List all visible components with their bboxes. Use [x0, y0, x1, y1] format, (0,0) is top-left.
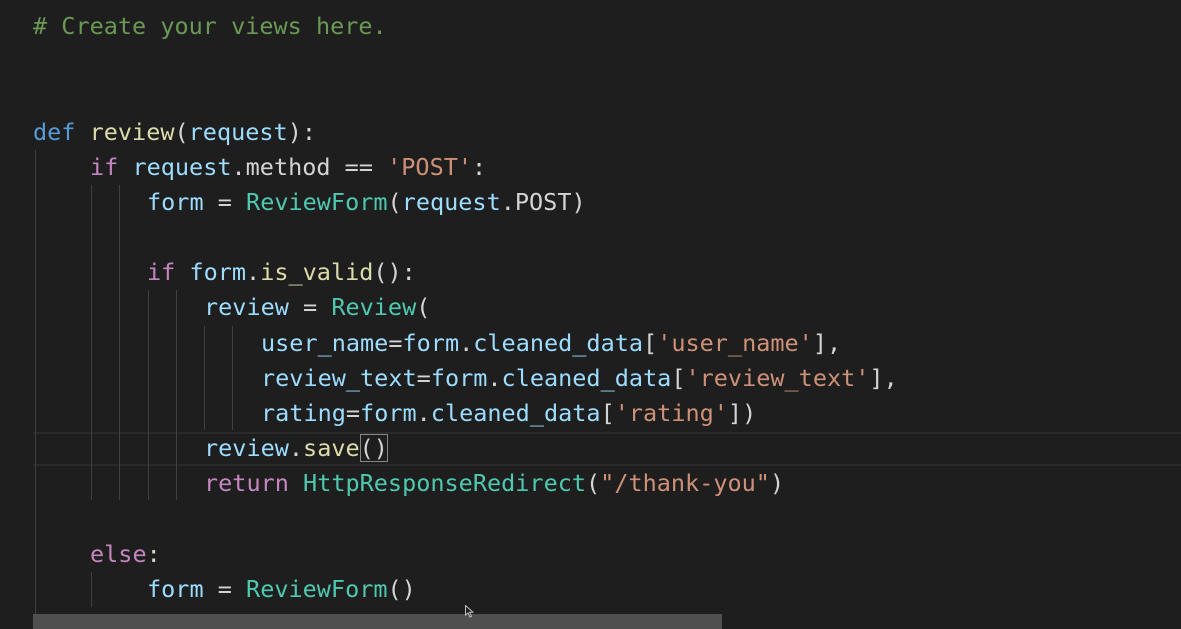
indent-guide	[91, 185, 92, 500]
code-token: form	[402, 329, 460, 357]
indent-guide	[176, 290, 177, 500]
code-token: =	[416, 364, 431, 392]
code-token: "/thank-you"	[600, 469, 770, 497]
code-token: form	[430, 364, 488, 392]
code-token: user_name	[261, 329, 389, 357]
code-token: .POST)	[500, 188, 586, 216]
code-line[interactable]: form = ReviewForm(request.POST)	[147, 185, 586, 220]
code-token: (	[174, 118, 189, 146]
horizontal-scrollbar[interactable]	[33, 614, 722, 629]
mouse-pointer-icon	[465, 605, 474, 618]
code-token: HttpResponseRedirect	[303, 469, 587, 497]
indent-guide	[91, 572, 92, 607]
code-token: form	[147, 188, 204, 216]
code-token: is_valid	[260, 258, 374, 286]
code-token: .	[459, 329, 474, 357]
code-token: form	[147, 575, 204, 603]
code-token: .	[487, 364, 502, 392]
code-line[interactable]: form = ReviewForm()	[147, 572, 416, 607]
code-line[interactable]: def review(request):	[33, 115, 316, 150]
code-token: =	[288, 293, 332, 321]
code-token: rating	[261, 399, 346, 427]
code-token: [	[600, 399, 615, 427]
code-token: .method ==	[231, 153, 388, 181]
code-line[interactable]: # Create your views here.	[33, 9, 387, 44]
code-token: request	[401, 188, 501, 216]
code-token: if	[90, 153, 119, 181]
code-token: 'review_text'	[685, 364, 870, 392]
code-token: (	[586, 469, 601, 497]
code-line[interactable]: review_text=form.cleaned_data['review_te…	[261, 361, 898, 396]
code-token: ():	[373, 258, 416, 286]
code-token: form	[360, 399, 417, 427]
code-token: review	[204, 293, 289, 321]
code-editor[interactable]: # Create your views here. def review(requ…	[0, 0, 1181, 629]
code-token: review_text	[261, 364, 417, 392]
code-line[interactable]: if request.method == 'POST':	[90, 150, 486, 185]
code-token: [	[643, 329, 658, 357]
code-line[interactable]: if form.is_valid():	[147, 255, 416, 290]
code-token: =	[345, 399, 361, 427]
code-token: ReviewForm	[246, 188, 388, 216]
code-token: Review	[331, 293, 417, 321]
code-token: [	[671, 364, 686, 392]
code-token: cleaned_data	[473, 329, 644, 357]
code-token: )	[769, 469, 785, 497]
indent-guide	[119, 185, 120, 500]
code-token: request	[132, 153, 232, 181]
code-token: =	[203, 188, 247, 216]
code-line[interactable]: rating=form.cleaned_data['rating'])	[261, 396, 756, 431]
indent-guide	[204, 326, 205, 430]
code-line[interactable]: return HttpResponseRedirect("/thank-you"…	[204, 466, 784, 501]
code-token: 'rating'	[614, 399, 728, 427]
indent-guide	[232, 326, 233, 430]
code-token: =	[388, 329, 403, 357]
code-line[interactable]: review = Review(	[204, 290, 430, 325]
code-token: .	[288, 434, 304, 462]
code-token: ()	[387, 575, 416, 603]
code-token: if	[147, 258, 176, 286]
code-line[interactable]: else:	[90, 537, 161, 572]
code-token: ])	[727, 399, 757, 427]
code-token: save	[303, 434, 360, 462]
code-token: 'POST'	[387, 153, 473, 181]
code-token: cleaned_data	[430, 399, 601, 427]
code-token: review	[89, 118, 175, 146]
code-token: (	[416, 293, 431, 321]
indent-guide	[35, 150, 36, 629]
code-line[interactable]: user_name=form.cleaned_data['user_name']…	[261, 326, 841, 361]
code-token: else	[90, 540, 147, 568]
code-token: ()	[359, 434, 388, 462]
code-token: # Create your views here.	[33, 12, 387, 40]
code-token: return	[204, 469, 289, 497]
code-token: 'user_name'	[657, 329, 813, 357]
code-token: ReviewForm	[246, 575, 388, 603]
code-token: request	[188, 118, 288, 146]
code-token: ],	[812, 329, 842, 357]
code-token: ],	[869, 364, 898, 392]
code-token: .	[416, 399, 431, 427]
code-token: form	[189, 258, 247, 286]
code-token: (	[387, 188, 402, 216]
code-token: =	[203, 575, 247, 603]
code-token: :	[146, 540, 161, 568]
indent-guide	[148, 290, 149, 500]
code-token: review	[204, 434, 289, 462]
code-token: :	[472, 153, 487, 181]
code-token: def	[33, 118, 76, 146]
code-token: .	[246, 258, 261, 286]
code-token: cleaned_data	[501, 364, 672, 392]
code-token: ):	[287, 118, 316, 146]
code-line[interactable]: review.save()	[204, 431, 388, 466]
